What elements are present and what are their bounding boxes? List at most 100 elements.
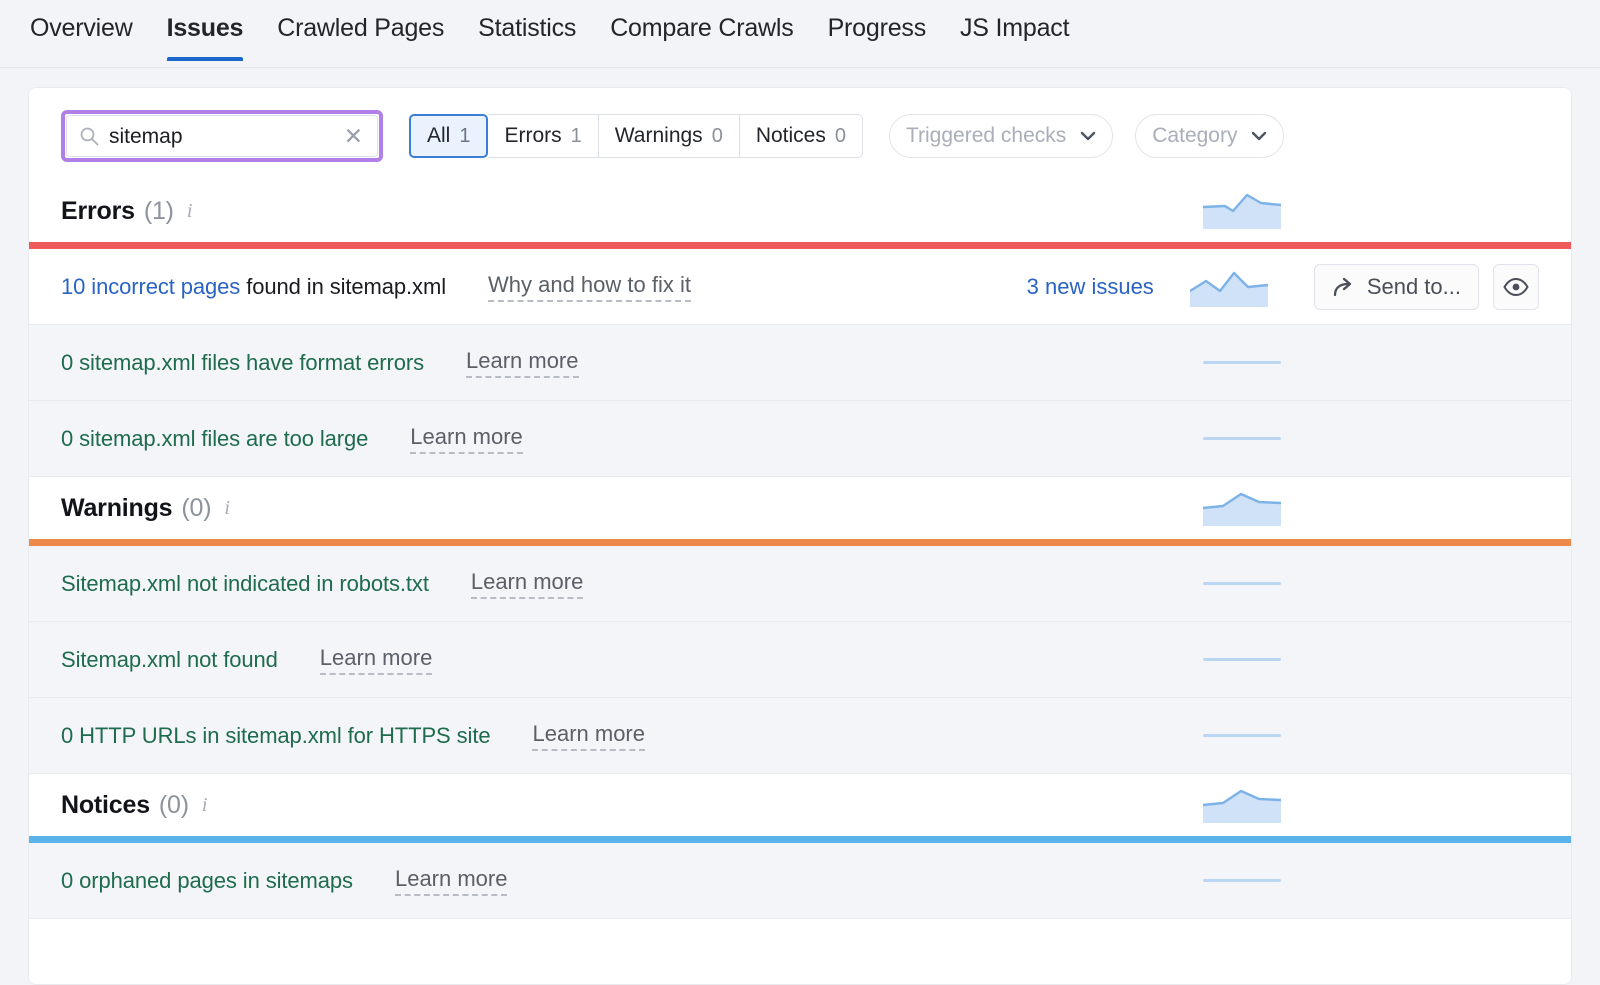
triggered-checks-label: Triggered checks <box>906 124 1066 148</box>
issue-sparkline <box>1203 734 1281 737</box>
flat-sparkline <box>1203 582 1281 585</box>
filter-errors[interactable]: Errors 1 <box>488 114 598 158</box>
issue-title: 0 sitemap.xml files are too large <box>61 426 368 452</box>
issue-link[interactable]: 10 incorrect pages <box>61 274 240 299</box>
learn-more-link[interactable]: Learn more <box>466 348 579 378</box>
tab-js-impact[interactable]: JS Impact <box>960 0 1069 61</box>
group-divider-notices <box>29 836 1571 843</box>
filter-warnings-label: Warnings <box>615 124 703 148</box>
triggered-checks-dropdown[interactable]: Triggered checks <box>889 114 1113 158</box>
group-sparkline <box>1203 189 1281 234</box>
search-input-value: sitemap <box>109 126 342 147</box>
info-icon[interactable]: i <box>187 200 193 223</box>
filter-notices[interactable]: Notices 0 <box>740 114 863 158</box>
issue-sparkline <box>1190 267 1268 307</box>
issue-row-right: 3 new issues Send to... <box>1027 264 1539 310</box>
flat-sparkline <box>1203 361 1281 364</box>
issue-row-right <box>1203 437 1539 440</box>
severity-filter-group: All 1 Errors 1 Warnings 0 Notices 0 <box>409 114 863 158</box>
search-input[interactable]: sitemap ✕ <box>66 115 378 157</box>
tab-crawled-pages[interactable]: Crawled Pages <box>277 0 444 61</box>
issue-row[interactable]: 0 sitemap.xml files have format errors L… <box>29 325 1571 401</box>
issue-row[interactable]: 0 sitemap.xml files are too large Learn … <box>29 401 1571 477</box>
issue-sparkline <box>1203 879 1281 882</box>
learn-more-link[interactable]: Learn more <box>320 645 433 675</box>
flat-sparkline <box>1203 437 1281 440</box>
group-sparkline <box>1203 783 1281 828</box>
eye-icon <box>1503 278 1529 296</box>
group-title: Errors <box>61 197 135 226</box>
issue-row-right <box>1203 582 1539 585</box>
info-icon[interactable]: i <box>202 794 208 817</box>
flat-sparkline <box>1203 879 1281 882</box>
issue-row-right <box>1203 879 1539 882</box>
issue-sparkline <box>1203 582 1281 585</box>
tab-progress[interactable]: Progress <box>828 0 926 61</box>
issues-card: sitemap ✕ All 1 Errors 1 Warnings 0 Noti… <box>28 87 1572 985</box>
group-count: (0) <box>159 791 189 820</box>
search-highlight-frame: sitemap ✕ <box>61 110 383 162</box>
filter-all-count: 1 <box>459 125 470 148</box>
filter-warnings[interactable]: Warnings 0 <box>599 114 740 158</box>
filter-all[interactable]: All 1 <box>409 114 488 158</box>
chevron-down-icon <box>1080 131 1096 141</box>
group-header-errors: Errors (1) i <box>29 180 1571 242</box>
close-icon[interactable]: ✕ <box>342 125 365 148</box>
issue-sparkline <box>1203 437 1281 440</box>
filter-notices-label: Notices <box>756 124 826 148</box>
new-issues-link[interactable]: 3 new issues <box>1027 274 1154 300</box>
group-count: (1) <box>144 197 174 226</box>
issue-title-rest: found in sitemap.xml <box>240 274 446 299</box>
filter-errors-label: Errors <box>504 124 561 148</box>
issue-title: Sitemap.xml not indicated in robots.txt <box>61 571 429 597</box>
issue-row[interactable]: Sitemap.xml not found Learn more <box>29 622 1571 698</box>
group-title: Notices <box>61 791 150 820</box>
flat-sparkline <box>1203 734 1281 737</box>
group-sparkline <box>1203 486 1281 531</box>
group-divider-warnings <box>29 539 1571 546</box>
group-header-notices: Notices (0) i <box>29 774 1571 836</box>
why-and-how-to-fix-link[interactable]: Why and how to fix it <box>488 272 691 302</box>
learn-more-link[interactable]: Learn more <box>395 866 508 896</box>
main-tab-bar: Overview Issues Crawled Pages Statistics… <box>0 0 1600 68</box>
issue-row-right <box>1203 658 1539 661</box>
group-header-warnings: Warnings (0) i <box>29 477 1571 539</box>
learn-more-link[interactable]: Learn more <box>471 569 584 599</box>
filter-warnings-count: 0 <box>712 125 723 148</box>
issue-title: Sitemap.xml not found <box>61 647 278 673</box>
issue-title: 0 sitemap.xml files have format errors <box>61 350 424 376</box>
preview-button[interactable] <box>1493 264 1539 310</box>
filter-notices-count: 0 <box>835 125 846 148</box>
issue-title: 0 HTTP URLs in sitemap.xml for HTTPS sit… <box>61 723 490 749</box>
category-dropdown[interactable]: Category <box>1135 114 1284 158</box>
group-count: (0) <box>181 494 211 523</box>
issue-row[interactable]: Sitemap.xml not indicated in robots.txt … <box>29 546 1571 622</box>
issue-row-right <box>1203 734 1539 737</box>
issue-title: 0 orphaned pages in sitemaps <box>61 868 353 894</box>
tab-issues[interactable]: Issues <box>167 0 244 61</box>
send-to-label: Send to... <box>1367 274 1461 300</box>
issue-row[interactable]: 10 incorrect pages found in sitemap.xml … <box>29 249 1571 325</box>
issue-row[interactable]: 0 HTTP URLs in sitemap.xml for HTTPS sit… <box>29 698 1571 774</box>
search-icon <box>79 126 99 146</box>
tab-compare-crawls[interactable]: Compare Crawls <box>610 0 793 61</box>
issue-sparkline <box>1203 361 1281 364</box>
issue-row[interactable]: 0 orphaned pages in sitemaps Learn more <box>29 843 1571 919</box>
learn-more-link[interactable]: Learn more <box>532 721 645 751</box>
issue-row-right <box>1203 361 1539 364</box>
filter-bar: sitemap ✕ All 1 Errors 1 Warnings 0 Noti… <box>29 88 1571 180</box>
issue-row-actions: Send to... <box>1314 264 1539 310</box>
tab-statistics[interactable]: Statistics <box>478 0 576 61</box>
tab-overview[interactable]: Overview <box>30 0 133 61</box>
learn-more-link[interactable]: Learn more <box>410 424 523 454</box>
chevron-down-icon <box>1251 131 1267 141</box>
share-arrow-icon <box>1332 276 1356 298</box>
category-label: Category <box>1152 124 1237 148</box>
group-divider-errors <box>29 242 1571 249</box>
filter-errors-count: 1 <box>571 125 582 148</box>
group-title: Warnings <box>61 494 172 523</box>
issue-title: 10 incorrect pages found in sitemap.xml <box>61 274 446 300</box>
info-icon[interactable]: i <box>224 497 230 520</box>
send-to-button[interactable]: Send to... <box>1314 264 1479 310</box>
filter-all-label: All <box>427 124 450 148</box>
